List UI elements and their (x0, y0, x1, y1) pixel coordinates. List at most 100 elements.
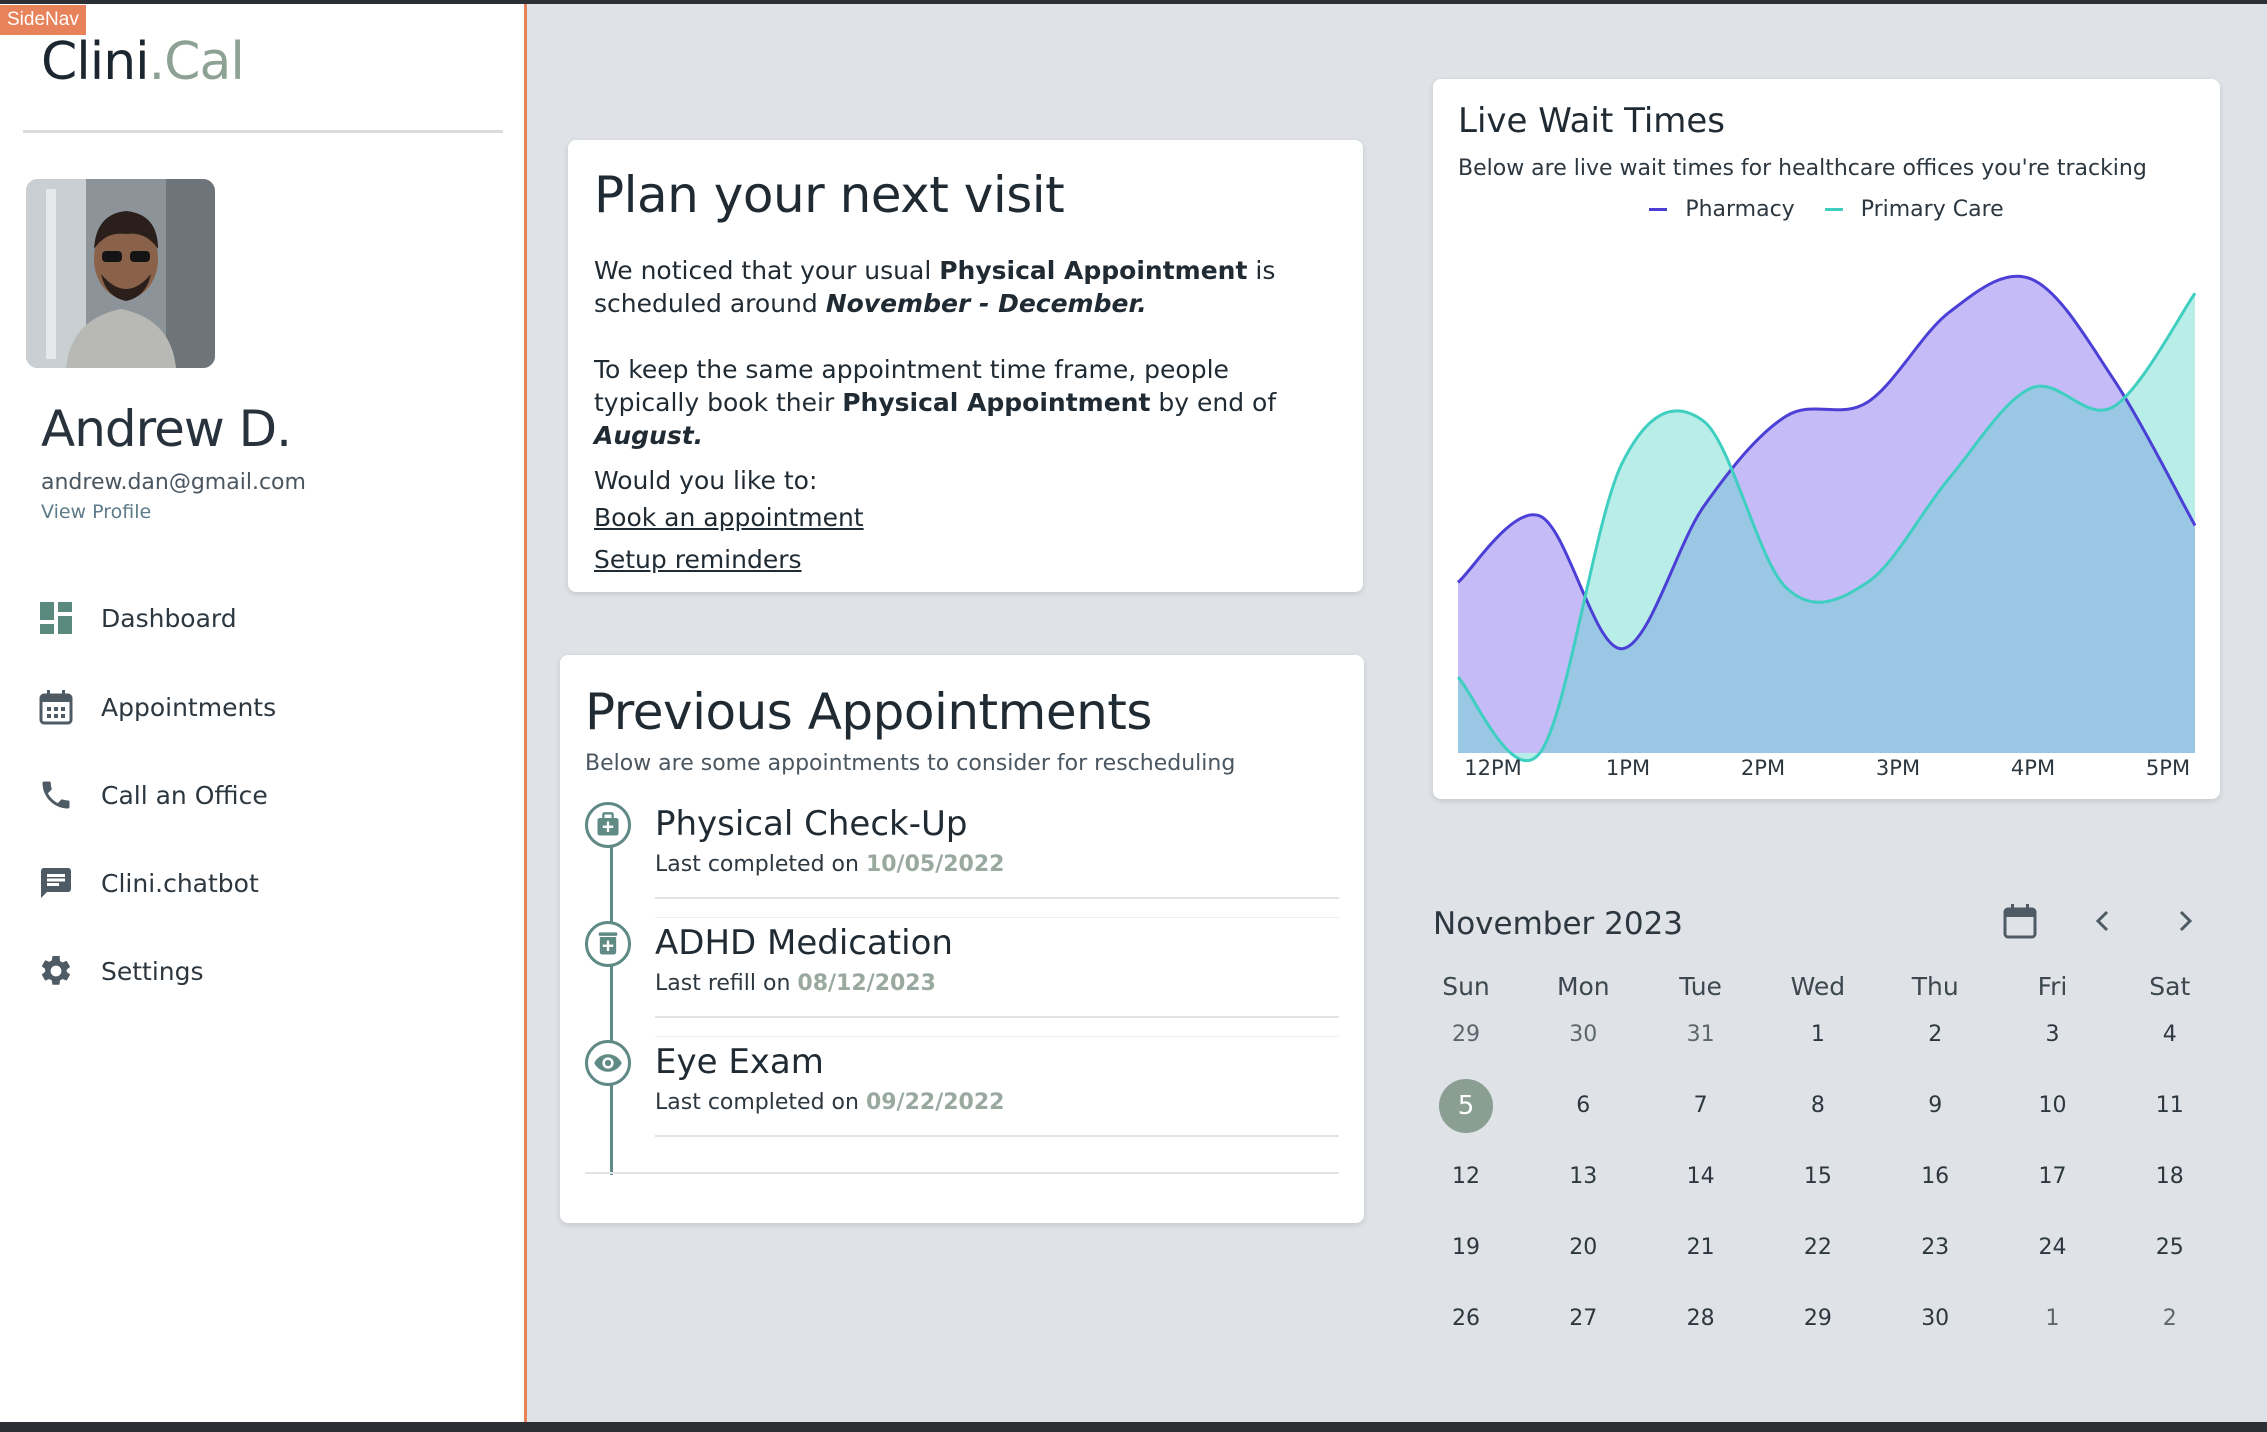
calendar-day[interactable]: 26 (1439, 1292, 1493, 1346)
calendar-day[interactable]: 30 (1556, 1008, 1610, 1062)
wait-times-chart: 12PM 1PM 2PM 3PM 4PM 5PM (1456, 274, 2197, 780)
dashboard-icon (36, 598, 76, 638)
calendar-day[interactable]: 10 (2026, 1079, 2080, 1133)
calendar-day[interactable]: 24 (2026, 1221, 2080, 1275)
calendar-day[interactable]: 6 (1556, 1079, 1610, 1133)
nav-item-dashboard[interactable]: Dashboard (36, 588, 237, 648)
calendar-day[interactable]: 12 (1439, 1150, 1493, 1204)
plan-title: Plan your next visit (594, 166, 1065, 224)
calendar-day[interactable]: 5 (1439, 1079, 1493, 1133)
calendar-day[interactable]: 9 (1908, 1079, 1962, 1133)
calendar-icon (2003, 903, 2037, 943)
nav-item-chatbot[interactable]: Clini.chatbot (36, 853, 259, 913)
book-appointment-link[interactable]: Book an appointment (594, 503, 864, 532)
plan-paragraph-2: To keep the same appointment time frame,… (594, 353, 1334, 452)
appointment-item[interactable]: Physical Check-Up Last completed on 10/0… (585, 802, 1339, 912)
calendar-day[interactable]: 1 (1791, 1008, 1845, 1062)
appointment-meta-label: Last completed on (655, 852, 866, 877)
weekday-label: Sun (1442, 972, 1490, 1001)
next-month-button[interactable] (2160, 898, 2210, 948)
calendar-day[interactable]: 21 (1674, 1221, 1728, 1275)
x-tick-label: 4PM (2011, 756, 2055, 780)
calendar-day[interactable]: 28 (1674, 1292, 1728, 1346)
calendar-day[interactable]: 23 (1908, 1221, 1962, 1275)
calendar-day[interactable]: 25 (2143, 1221, 2197, 1275)
appointment-title: ADHD Medication (655, 923, 953, 963)
calendar-day[interactable]: 8 (1791, 1079, 1845, 1133)
appointment-meta: Last completed on 09/22/2022 (655, 1090, 1004, 1115)
nav-label-appointments: Appointments (101, 692, 277, 722)
live-wait-times-card: Live Wait Times Below are live wait time… (1433, 79, 2220, 799)
appointment-divider (655, 1016, 1339, 1018)
plan-p2-month: August. (594, 421, 704, 450)
weekday-label: Sat (2149, 972, 2191, 1001)
previous-appointments-card: Previous Appointments Below are some app… (560, 655, 1364, 1223)
calendar-day[interactable]: 31 (1674, 1008, 1728, 1062)
calendar-month-label[interactable]: November 2023 (1433, 906, 1683, 942)
plan-p2-appointment: Physical Appointment (842, 388, 1151, 417)
brand-main: Clini (41, 32, 150, 92)
plan-next-visit-card: Plan your next visit We noticed that you… (568, 140, 1363, 592)
nav-label-call-office: Call an Office (101, 780, 268, 810)
x-tick-label: 1PM (1606, 756, 1650, 780)
plan-p1-months: November - December. (825, 289, 1147, 318)
calendar-day[interactable]: 16 (1908, 1150, 1962, 1204)
calendar-day[interactable]: 2 (2143, 1292, 2197, 1346)
previous-appointments-subtitle: Below are some appointments to consider … (585, 751, 1236, 776)
nav-item-settings[interactable]: Settings (36, 941, 204, 1001)
calendar-day[interactable]: 29 (1439, 1008, 1493, 1062)
calendar-day[interactable]: 13 (1556, 1150, 1610, 1204)
appointment-meta: Last completed on 10/05/2022 (655, 852, 1004, 877)
appointment-divider (655, 897, 1339, 899)
eye-icon (585, 1040, 631, 1086)
calendar-day[interactable]: 29 (1791, 1292, 1845, 1346)
calendar-day[interactable]: 18 (2143, 1150, 2197, 1204)
calendar-day[interactable]: 15 (1791, 1150, 1845, 1204)
setup-reminders-link[interactable]: Setup reminders (594, 545, 802, 574)
calendar-day[interactable]: 1 (2026, 1292, 2080, 1346)
appointment-date: 10/05/2022 (865, 852, 1005, 877)
calendar-day[interactable]: 14 (1674, 1150, 1728, 1204)
calendar-day[interactable]: 17 (2026, 1150, 2080, 1204)
appointment-meta-label: Last refill on (655, 971, 798, 996)
appointment-item[interactable]: ADHD Medication Last refill on 08/12/202… (585, 917, 1339, 1031)
brand-logo[interactable]: Clini.Cal (41, 32, 245, 92)
brand-accent: .Cal (148, 32, 245, 92)
calendar: November 2023 Sun Mon Tue Wed Thu Fri Sat 29 30 3… (1433, 884, 2220, 1344)
appointment-divider (655, 917, 1339, 918)
chat-icon (36, 863, 76, 903)
calendar-day[interactable]: 3 (2026, 1008, 2080, 1062)
x-tick-label: 5PM (2146, 756, 2190, 780)
calendar-icon (36, 687, 76, 727)
calendar-day[interactable]: 19 (1439, 1221, 1493, 1275)
calendar-day[interactable]: 30 (1908, 1292, 1962, 1346)
medical-bag-icon (585, 802, 631, 848)
calendar-day[interactable]: 20 (1556, 1221, 1610, 1275)
calendar-day[interactable]: 2 (1908, 1008, 1962, 1062)
view-profile-link[interactable]: View Profile (41, 501, 151, 523)
nav-item-call-office[interactable]: Call an Office (36, 765, 268, 825)
avatar[interactable] (26, 179, 215, 368)
list-end-divider (585, 1172, 1339, 1174)
plan-p2-text-2: by end of (1150, 388, 1277, 417)
calendar-day[interactable]: 7 (1674, 1079, 1728, 1133)
appointment-title: Physical Check-Up (655, 804, 968, 844)
nav-item-appointments[interactable]: Appointments (36, 677, 276, 737)
pharmacy-icon (585, 921, 631, 967)
calendar-day[interactable]: 11 (2143, 1079, 2197, 1133)
previous-appointments-title: Previous Appointments (585, 683, 1152, 741)
calendar-picker-button[interactable] (1995, 898, 2045, 948)
appointment-item[interactable]: Eye Exam Last completed on 09/22/2022 (585, 1036, 1339, 1150)
x-tick-label: 2PM (1741, 756, 1785, 780)
previous-month-button[interactable] (2078, 898, 2128, 948)
weekday-label: Thu (1911, 972, 1959, 1001)
phone-icon (36, 775, 76, 815)
calendar-day[interactable]: 22 (1791, 1221, 1845, 1275)
calendar-day[interactable]: 4 (2143, 1008, 2197, 1062)
brand-divider (23, 130, 503, 133)
sidenav-tag: SideNav (0, 5, 86, 35)
side-nav: SideNav Clini.Cal Andrew D. andrew.dan@g… (0, 4, 527, 1422)
x-tick-label: 3PM (1876, 756, 1920, 780)
appointment-divider (655, 1135, 1339, 1137)
calendar-day[interactable]: 27 (1556, 1292, 1610, 1346)
